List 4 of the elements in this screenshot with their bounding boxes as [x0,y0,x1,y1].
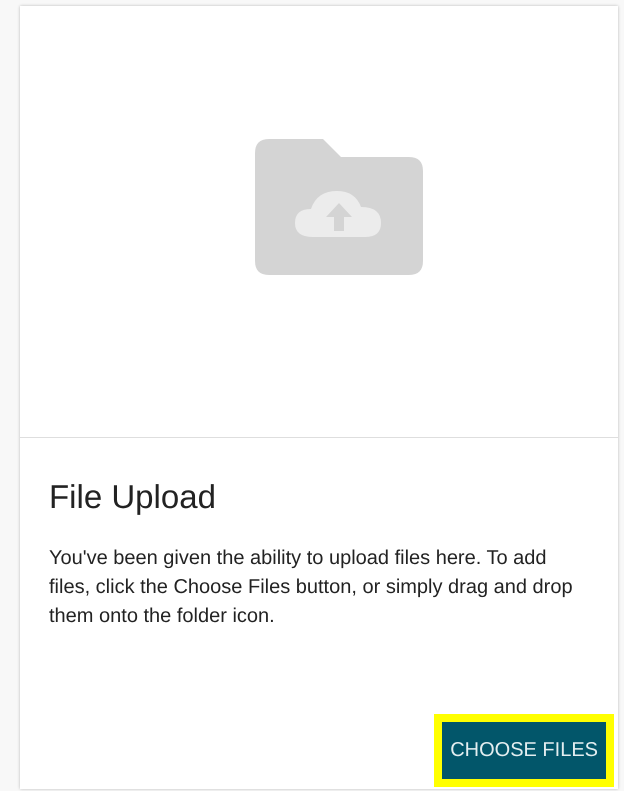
folder-upload-icon[interactable] [254,138,422,274]
card-title: File Upload [49,478,217,516]
choose-files-button[interactable]: CHOOSE FILES [442,722,606,779]
description-text: You've been given the ability to upload files here. To add files, click the Choose Files button, or simply drag and drop them onto the folder icon. [49,546,574,629]
